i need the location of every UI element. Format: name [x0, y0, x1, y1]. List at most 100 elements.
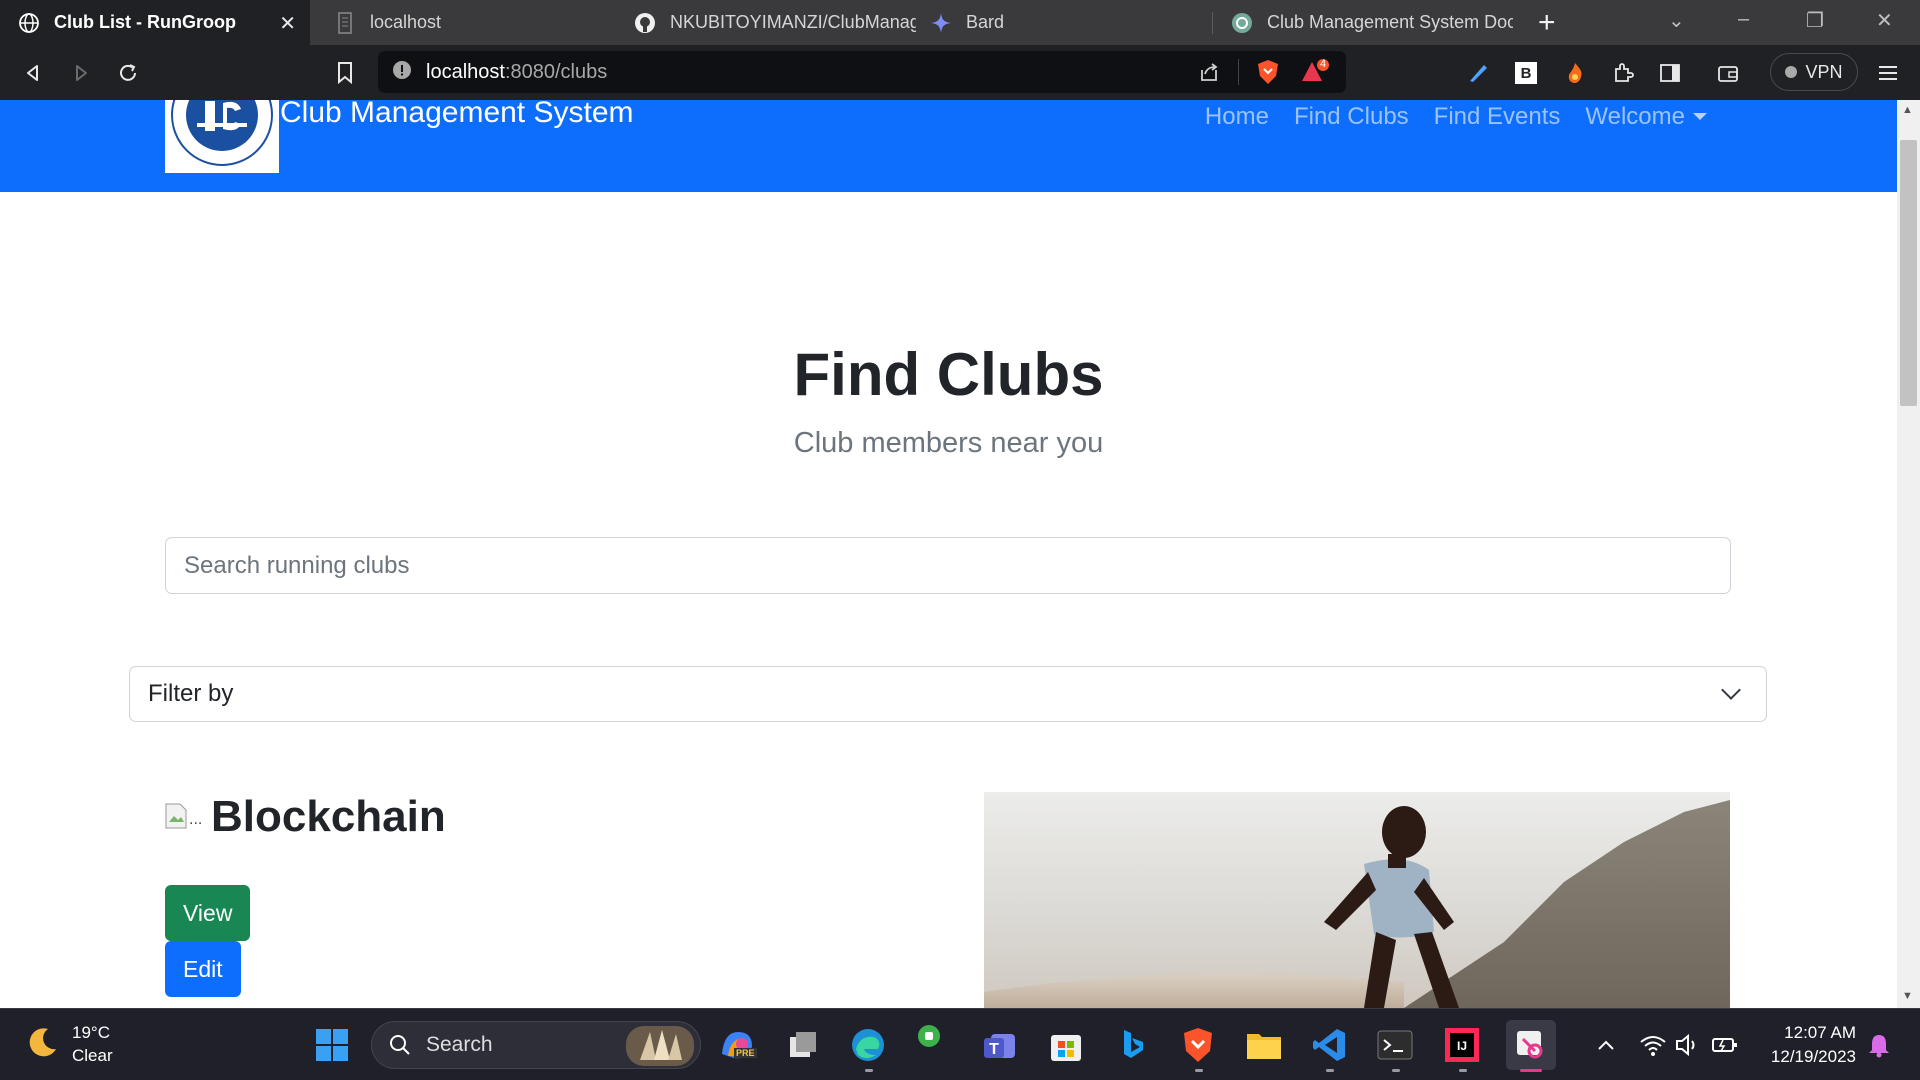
terminal-running-indicator	[1392, 1069, 1400, 1072]
urlbar-divider	[1238, 59, 1239, 85]
terminal-icon[interactable]	[1376, 1026, 1414, 1064]
caret-down-icon	[1693, 113, 1707, 121]
tab-bard[interactable]: Bard	[912, 0, 1212, 45]
site-navbar: Club Management System Home Find Clubs F…	[0, 100, 1897, 192]
tab-club-list[interactable]: Club List - RunGroop ✕	[0, 0, 310, 45]
volume-icon[interactable]	[1668, 1026, 1706, 1064]
wifi-icon[interactable]	[1634, 1026, 1672, 1064]
taskbar-search[interactable]: Search	[371, 1021, 701, 1069]
vpn-status-icon	[1785, 66, 1798, 78]
microsoft-store-icon[interactable]	[1047, 1026, 1085, 1064]
brave-shield-icon[interactable]	[1256, 59, 1280, 90]
extensions-puzzle-icon[interactable]	[1609, 59, 1637, 87]
vpn-button[interactable]: VPN	[1770, 53, 1858, 91]
minimize-icon[interactable]: –	[1738, 8, 1749, 31]
vscode-running-indicator	[1326, 1069, 1334, 1072]
reload-button[interactable]	[113, 58, 143, 88]
moon-icon	[26, 1025, 60, 1064]
svg-text:IJ: IJ	[1457, 1039, 1467, 1053]
page-scrollbar[interactable]: ▲ ▼	[1897, 100, 1920, 1008]
edit-club-button[interactable]: Edit	[165, 941, 241, 997]
url-host: localhost	[426, 60, 505, 83]
xbox-green-icon[interactable]	[910, 1017, 948, 1055]
bard-sparkle-icon	[930, 12, 952, 34]
weather-widget[interactable]: 19°C Clear	[26, 1021, 113, 1067]
tab-title: NKUBITOYIMANZI/ClubManag	[670, 12, 916, 32]
pen-extension-icon[interactable]	[1464, 59, 1492, 87]
weather-temp: 19°C	[72, 1023, 110, 1042]
nav-find-events[interactable]: Find Events	[1434, 103, 1561, 131]
bookmark-icon[interactable]	[330, 58, 360, 88]
site-brand[interactable]: Club Management System	[280, 100, 634, 130]
site-nav-links: Home Find Clubs Find Events Welcome	[1205, 103, 1707, 131]
restore-icon[interactable]: ❐	[1806, 8, 1824, 33]
tab-club-docs[interactable]: Club Management System Doc	[1213, 0, 1513, 45]
search-icon	[390, 1035, 410, 1055]
nav-home[interactable]: Home	[1205, 103, 1269, 131]
sidebar-toggle-icon[interactable]	[1656, 59, 1684, 87]
edge-running-indicator	[865, 1069, 873, 1072]
brave-browser-icon[interactable]	[1179, 1026, 1217, 1064]
task-view-icon[interactable]	[784, 1026, 822, 1064]
tab-title: Club List - RunGroop	[54, 12, 236, 32]
scroll-thumb[interactable]	[1900, 140, 1917, 406]
share-icon[interactable]	[1198, 61, 1220, 88]
club-logo[interactable]	[165, 100, 279, 173]
copilot-icon[interactable]: PRE	[718, 1026, 757, 1064]
tab-github[interactable]: NKUBITOYIMANZI/ClubManag	[616, 0, 916, 45]
address-bar[interactable]: localhost :8080/clubs 4	[378, 51, 1346, 93]
chevron-down-icon[interactable]: ⌄	[1668, 8, 1685, 33]
page-title: Find Clubs	[793, 341, 1104, 408]
vscode-icon[interactable]	[1310, 1026, 1348, 1064]
vpn-label: VPN	[1805, 61, 1843, 82]
chatgpt-icon	[1231, 12, 1253, 34]
new-tab-button[interactable]: +	[1538, 6, 1556, 40]
url-path: :8080/clubs	[504, 60, 608, 83]
club-photo	[984, 792, 1730, 1008]
notification-bell-icon[interactable]	[1860, 1026, 1898, 1064]
scroll-down-arrow-icon[interactable]: ▼	[1902, 990, 1913, 1002]
github-icon	[634, 12, 656, 34]
view-club-button[interactable]: View	[165, 885, 251, 941]
nav-welcome-dropdown[interactable]: Welcome	[1585, 103, 1707, 131]
brave-running-indicator	[1195, 1069, 1203, 1072]
snipping-tool-icon[interactable]	[1506, 1020, 1556, 1070]
battery-icon[interactable]	[1706, 1026, 1744, 1064]
close-tab-icon[interactable]: ✕	[279, 11, 296, 36]
page-icon	[334, 11, 356, 34]
nav-welcome: Welcome	[1585, 103, 1685, 130]
clock-time: 12:07 AM	[1784, 1023, 1856, 1042]
scroll-up-arrow-icon[interactable]: ▲	[1902, 104, 1913, 116]
menu-hamburger-icon[interactable]	[1874, 59, 1902, 87]
filter-select[interactable]: Filter by	[129, 666, 1767, 722]
wallet-icon[interactable]	[1714, 59, 1742, 87]
back-button[interactable]	[18, 58, 48, 88]
brave-rewards-icon[interactable]: 4	[1300, 58, 1330, 90]
site-info-icon[interactable]	[392, 60, 412, 85]
windows-start-icon[interactable]	[313, 1026, 351, 1064]
club-name[interactable]: Blockchain	[211, 792, 446, 842]
taskbar-clock[interactable]: 12:07 AM 12/19/2023	[1771, 1021, 1856, 1069]
tab-localhost[interactable]: localhost	[316, 0, 616, 45]
fire-extension-icon[interactable]	[1561, 59, 1589, 87]
edge-icon[interactable]	[849, 1026, 887, 1064]
forward-button[interactable]	[66, 58, 96, 88]
broken-image-icon: ...	[165, 803, 203, 831]
filter-selected-value: Filter by	[148, 680, 234, 707]
file-explorer-icon[interactable]	[1245, 1026, 1283, 1064]
bing-icon[interactable]	[1114, 1026, 1152, 1064]
tab-title: Bard	[966, 12, 1005, 32]
teams-icon[interactable]: T	[981, 1026, 1019, 1064]
copilot-badge: PRE	[734, 1048, 757, 1058]
browser-toolbar: localhost :8080/clubs 4 B VPN	[0, 45, 1920, 100]
search-clubs-input[interactable]	[165, 537, 1731, 594]
intellij-running-indicator	[1459, 1069, 1467, 1072]
bing-extension-icon[interactable]: B	[1512, 59, 1540, 87]
windows-taskbar: 19°C Clear Search PRE T IJ 12:07 AM 12/1…	[0, 1008, 1920, 1080]
close-window-icon[interactable]: ✕	[1876, 8, 1893, 33]
taskbar-search-label: Search	[426, 1033, 493, 1056]
nav-find-clubs[interactable]: Find Clubs	[1294, 103, 1409, 131]
chevron-up-icon[interactable]	[1587, 1026, 1625, 1064]
intellij-icon[interactable]: IJ	[1443, 1026, 1481, 1064]
chevron-down-icon	[1721, 680, 1741, 700]
